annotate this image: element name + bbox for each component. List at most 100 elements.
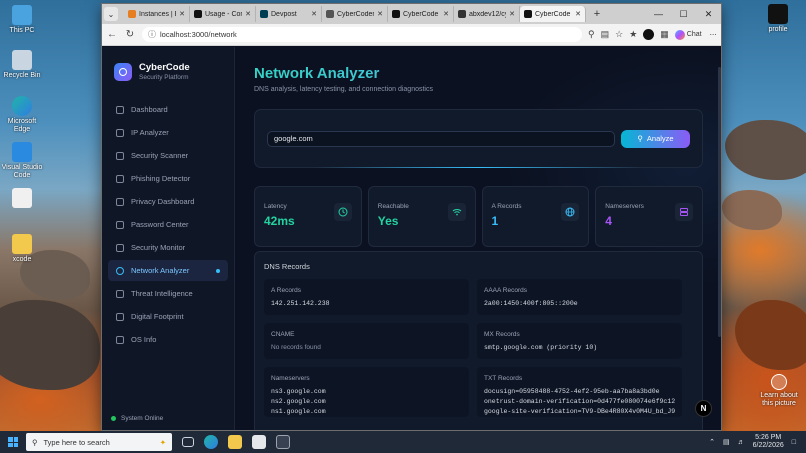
desktop-icon-this-pc[interactable]: This PC [0, 5, 44, 35]
system-tray: ⌃ ▤ ♬ 5:26 PM 6/22/2026 □ [709, 434, 806, 450]
tab-actions-menu[interactable]: ⌄ [104, 7, 118, 21]
store-icon[interactable] [252, 435, 266, 449]
start-button[interactable] [0, 431, 26, 453]
sidebar-item-phishing-detector[interactable]: Phishing Detector [108, 168, 228, 189]
stats-row: Latency 42ms Reachable Yes A Records 1 Nameser… [254, 186, 703, 247]
more-menu-icon[interactable]: ⋯ [710, 31, 717, 39]
address-bar[interactable]: ⓘ localhost:3000/network [142, 27, 582, 42]
url-text: localhost:3000/network [160, 30, 237, 39]
sidebar-item-label: Phishing Detector [131, 174, 191, 183]
browser-tab[interactable]: Devpost ✕ [256, 6, 322, 22]
desktop-icon-file[interactable] [0, 188, 44, 210]
tab-close-icon[interactable]: ✕ [509, 10, 515, 18]
task-view-icon[interactable] [182, 437, 194, 447]
dns-record-mx-records: MX Records smtp.google.com (priority 10) [477, 323, 682, 359]
window-controls: — ☐ ✕ [646, 9, 721, 20]
taskbar-search[interactable]: ⚲ Type here to search ✦ [26, 433, 172, 451]
sidebar-item-network-analyzer[interactable]: Network Analyzer [108, 260, 228, 281]
domain-input[interactable] [267, 130, 615, 147]
browser-tab[interactable]: abxdev12/cyb✕ [454, 6, 520, 22]
tab-close-icon[interactable]: ✕ [179, 10, 185, 18]
copilot-icon[interactable] [643, 29, 655, 40]
chevron-up-icon[interactable]: ⌃ [709, 438, 715, 446]
tab-title: Usage - Comr [205, 10, 242, 18]
sidebar-item-threat-intelligence[interactable]: Threat Intelligence [108, 283, 228, 304]
tab-favicon-icon [128, 10, 136, 18]
dns-record-label: CNAME [271, 331, 295, 338]
next-dev-indicator-button[interactable]: N [695, 400, 712, 417]
search-icon: ⚲ [637, 134, 643, 143]
system-status-text: System Online [121, 415, 164, 422]
minimize-button[interactable]: — [646, 9, 671, 20]
edge-taskbar-icon[interactable] [204, 435, 218, 449]
analyze-button[interactable]: ⚲ Analyze [621, 129, 690, 148]
page-scrollbar[interactable] [718, 67, 721, 337]
sidebar-item-ip-analyzer[interactable]: IP Analyzer [108, 122, 228, 143]
sidebar-item-dashboard[interactable]: Dashboard [108, 99, 228, 120]
sidebar: CyberCode Security Platform Dashboard IP … [102, 47, 235, 430]
maximize-button[interactable]: ☐ [671, 9, 696, 20]
sidebar-item-label: Network Analyzer [131, 266, 190, 275]
terminal-icon[interactable] [276, 435, 290, 449]
taskbar-search-placeholder: Type here to search [43, 437, 110, 447]
desktop-icon-xcode[interactable]: xcode [0, 234, 44, 264]
tab-close-icon[interactable]: ✕ [443, 10, 449, 18]
sidebar-item-label: OS Info [131, 335, 157, 344]
notifications-icon[interactable]: □ [792, 439, 796, 446]
network-icon[interactable]: ▤ [723, 438, 730, 446]
file-explorer-icon[interactable] [228, 435, 242, 449]
sidebar-item-os-info[interactable]: OS Info [108, 329, 228, 350]
chat-button[interactable]: Chat ⋯ [674, 29, 717, 40]
tab-favicon-icon [458, 10, 466, 18]
browser-tab[interactable]: Usage - Comr✕ [190, 6, 256, 22]
sidebar-item-privacy-dashboard[interactable]: Privacy Dashboard [108, 191, 228, 212]
tab-close-icon[interactable]: ✕ [377, 10, 383, 18]
camera-icon [771, 374, 787, 390]
browser-tab[interactable]: CyberCode - ✕ [388, 6, 454, 22]
favorites-icon[interactable]: ★ [629, 29, 637, 40]
tab-close-icon[interactable]: ✕ [575, 10, 581, 18]
sidebar-item-label: Security Monitor [131, 243, 186, 252]
extensions-icon[interactable]: ▦ [660, 29, 669, 40]
refresh-button[interactable]: ↻ [124, 29, 136, 40]
close-window-button[interactable]: ✕ [696, 9, 721, 20]
sidebar-item-password-center[interactable]: Password Center [108, 214, 228, 235]
file-icon [12, 188, 32, 208]
windows-logo-icon [8, 437, 18, 447]
clock-date: 6/22/2026 [752, 442, 784, 449]
back-button[interactable]: ← [106, 29, 118, 40]
desktop-icon-edge[interactable]: Microsoft Edge [0, 96, 44, 134]
browser-tab[interactable]: CyberCoders |✕ [322, 6, 388, 22]
sidebar-item-label: Dashboard [131, 105, 168, 114]
clock-icon [333, 203, 352, 221]
new-tab-button[interactable]: + [590, 8, 604, 20]
analyze-label: Analyze [646, 134, 674, 143]
folder-icon [12, 234, 32, 254]
dns-title: DNS Records [264, 262, 310, 271]
tab-title: CyberCode - [403, 10, 441, 18]
desktop-icon-recycle-bin[interactable]: Recycle Bin [0, 50, 44, 80]
tab-favicon-icon [524, 10, 532, 18]
sidebar-item-security-monitor[interactable]: Security Monitor [108, 237, 228, 258]
desktop-icon-vscode[interactable]: Visual Studio Code [0, 142, 44, 180]
desktop-icon-learn-picture[interactable]: Learn about this picture [754, 374, 804, 408]
sidebar-item-security-scanner[interactable]: Security Scanner [108, 145, 228, 166]
tab-favicon-icon [326, 10, 334, 18]
browser-tab[interactable]: CyberCode - ✕ [520, 6, 586, 22]
sidebar-item-digital-footprint[interactable]: Digital Footprint [108, 306, 228, 327]
reading-view-icon[interactable]: ▤ [601, 29, 610, 40]
key-icon[interactable]: ⚲ [588, 29, 595, 40]
search-highlight-icon: ✦ [159, 437, 166, 447]
sidebar-item-label: Privacy Dashboard [131, 197, 195, 206]
volume-icon[interactable]: ♬ [738, 439, 745, 446]
brand-name: CyberCode [139, 62, 190, 73]
tab-close-icon[interactable]: ✕ [311, 10, 317, 18]
star-icon[interactable]: ☆ [615, 29, 623, 40]
clock[interactable]: 5:26 PM 6/22/2026 [753, 434, 784, 450]
tab-close-icon[interactable]: ✕ [245, 10, 251, 18]
globe-icon [561, 203, 580, 221]
desktop-icon-profile[interactable]: profile [756, 4, 800, 34]
brand[interactable]: CyberCode Security Platform [102, 47, 234, 93]
browser-tab[interactable]: Instances | El✕ [124, 6, 190, 22]
dns-record-value: google-site-verification=TV9-DBe4R80X4v0… [484, 408, 675, 415]
